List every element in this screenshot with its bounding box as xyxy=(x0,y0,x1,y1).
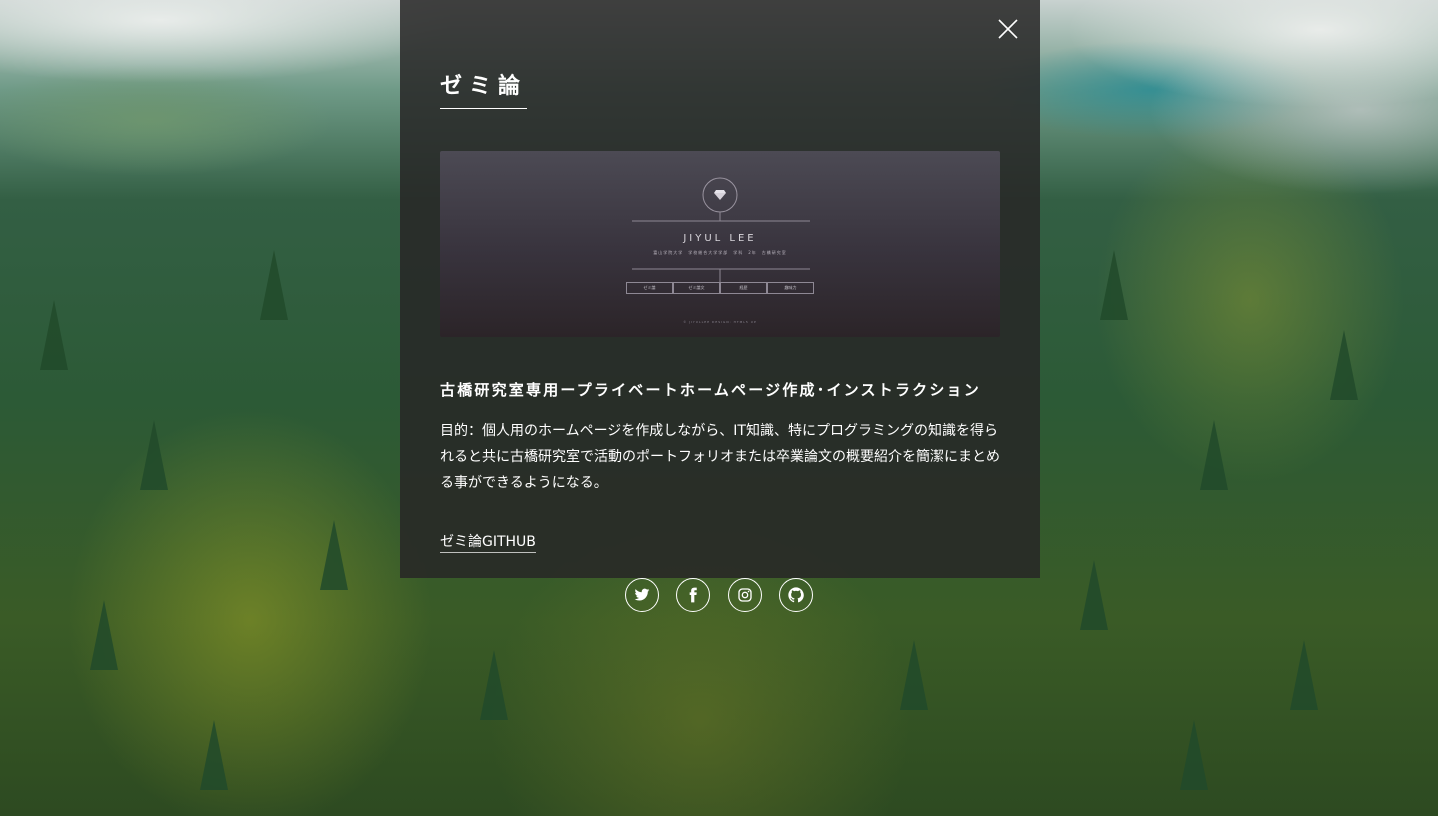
project-description: 目的：個人用のホームページを作成しながら、IT知識、特にプログラミングの知識を得… xyxy=(440,423,1000,491)
tree-shape xyxy=(1180,720,1208,790)
twitter-icon xyxy=(634,588,650,601)
tree-shape xyxy=(40,300,68,370)
preview-lines xyxy=(632,177,810,282)
preview-button: 経歴 xyxy=(720,282,767,294)
facebook-icon xyxy=(689,587,697,603)
tree-shape xyxy=(140,420,168,490)
tree-shape xyxy=(900,640,928,710)
tree-shape xyxy=(1080,560,1108,630)
tree-shape xyxy=(200,720,228,790)
facebook-button[interactable] xyxy=(676,578,710,612)
tree-shape xyxy=(1200,420,1228,490)
preview-subtitle: 富山学院大学 学校総合大学学部 学科 2年 古橋研究室 xyxy=(653,250,787,255)
project-title: 古橋研究室専用ープライベートホームページ作成･インストラクション xyxy=(440,381,981,399)
project-modal: ゼミ論 JIYUL LEE 富山学院大学 学校総合大学学部 学科 2年 古橋研究… xyxy=(400,0,1040,578)
modal-title: ゼミ論 xyxy=(440,68,528,109)
preview-name: JIYUL LEE xyxy=(683,233,757,244)
github-button[interactable] xyxy=(779,578,813,612)
preview-button: 趣味力 xyxy=(767,282,814,294)
preview-button: ゼミ論 xyxy=(626,282,673,294)
project-preview-image: JIYUL LEE 富山学院大学 学校総合大学学部 学科 2年 古橋研究室 ゼミ… xyxy=(440,151,1000,337)
preview-button: ゼミ論文 xyxy=(673,282,720,294)
twitter-button[interactable] xyxy=(625,578,659,612)
tree-shape xyxy=(90,600,118,670)
tree-shape xyxy=(260,250,288,320)
tree-shape xyxy=(1100,250,1128,320)
instagram-icon xyxy=(738,588,752,602)
instagram-button[interactable] xyxy=(728,578,762,612)
tree-shape xyxy=(320,520,348,590)
github-icon xyxy=(788,587,804,603)
tree-shape xyxy=(1330,330,1358,400)
preview-footer: © JIYULLEE DESIGN: HTML5 UP xyxy=(683,320,757,324)
tree-shape xyxy=(480,650,508,720)
close-icon[interactable] xyxy=(998,19,1018,39)
tree-shape xyxy=(1290,640,1318,710)
github-link[interactable]: ゼミ論GITHUB xyxy=(440,531,536,553)
